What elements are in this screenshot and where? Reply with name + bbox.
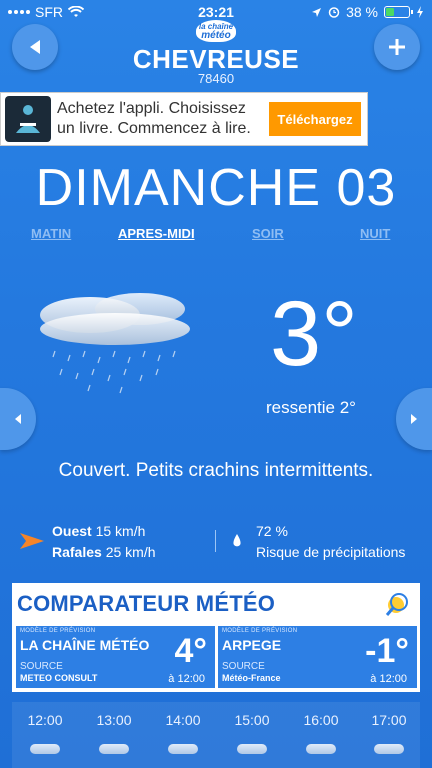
model-name: ARPEGE <box>222 637 282 653</box>
model-source: METEO CONSULT <box>20 673 98 683</box>
previous-period-button[interactable] <box>0 388 36 450</box>
alarm-icon <box>328 7 340 18</box>
tab-soir[interactable]: SOIR <box>252 226 284 241</box>
wind-direction: Ouest <box>52 523 92 539</box>
cloud-icon <box>237 744 267 754</box>
gusts-speed: 25 km/h <box>105 544 156 560</box>
tab-nuit[interactable]: NUIT <box>360 226 390 241</box>
model-name: LA CHAÎNE MÉTÉO <box>20 637 150 653</box>
battery-icon <box>384 6 413 18</box>
sun-search-icon <box>385 593 408 616</box>
chevron-right-icon <box>411 414 417 424</box>
next-period-button[interactable] <box>396 388 432 450</box>
ad-text: Achetez l'appli. Choisissez un livre. Co… <box>57 100 251 137</box>
raindrop-icon <box>233 534 241 547</box>
wind-info: Ouest 15 km/h Rafales 25 km/h <box>52 521 156 563</box>
hour-label: 12:00 <box>27 712 63 728</box>
cloud-icon <box>168 744 198 754</box>
source-label: SOURCE <box>20 661 63 672</box>
cloud-icon <box>30 744 60 754</box>
model-time: à 12:00 <box>370 673 407 685</box>
ad-banner[interactable]: Achetez l'appli. Choisissez un livre. Co… <box>0 92 368 146</box>
model-temperature: 4° <box>174 632 207 670</box>
reader-icon <box>5 96 51 142</box>
charging-icon <box>417 6 423 18</box>
drizzle-cloud-icon <box>40 293 190 394</box>
tab-matin[interactable]: MATIN <box>31 226 71 241</box>
rain-info: 72 % Risque de précipitations <box>256 521 405 563</box>
wind-direction-icon <box>20 533 44 549</box>
day-title: DIMANCHE 03 <box>35 159 397 217</box>
cloud-icon <box>99 744 129 754</box>
model-card-chaine-meteo[interactable]: MODÈLE DE PRÉVISION LA CHAÎNE MÉTÉO 4° S… <box>16 626 215 688</box>
hour-label: 14:00 <box>165 712 201 728</box>
period-tabs: MATIN APRES-MIDI SOIR NUIT <box>0 226 432 244</box>
location-icon <box>312 7 322 17</box>
model-caption: MODÈLE DE PRÉVISION <box>20 628 96 634</box>
brand-logo: la chaîne météo <box>196 20 236 42</box>
model-time: à 12:00 <box>168 673 205 685</box>
wind-speed: 15 km/h <box>95 523 146 539</box>
status-right: 38 % <box>311 4 424 20</box>
model-card-arpege[interactable]: MODÈLE DE PRÉVISION ARPEGE -1° SOURCE Mé… <box>218 626 417 688</box>
hour-label: 16:00 <box>303 712 339 728</box>
hourly-forecast[interactable]: 12:00 13:00 14:00 15:00 16:00 17:00 <box>12 702 420 768</box>
add-city-button[interactable] <box>374 24 420 70</box>
model-source: Météo-France <box>222 673 281 683</box>
weather-description: Couvert. Petits crachins intermittents. <box>58 460 374 481</box>
tab-apres-midi[interactable]: APRES-MIDI <box>118 226 195 241</box>
rain-probability: 72 % <box>256 523 288 539</box>
model-temperature: -1° <box>365 632 409 670</box>
felt-temperature: ressentie 2° <box>266 398 356 417</box>
hour-label: 15:00 <box>234 712 270 728</box>
gusts-label: Rafales <box>52 544 102 560</box>
model-caption: MODÈLE DE PRÉVISION <box>222 628 298 634</box>
postal-code: 78460 <box>197 71 235 86</box>
hour-label: 13:00 <box>96 712 132 728</box>
source-label: SOURCE <box>222 661 265 672</box>
cloud-icon <box>374 744 404 754</box>
comparator-card[interactable]: COMPARATEUR MÉTÉO MODÈLE DE PRÉVISION LA… <box>12 583 420 692</box>
divider <box>215 530 216 552</box>
download-button[interactable]: Téléchargez <box>269 102 361 136</box>
cloud-icon <box>306 744 336 754</box>
chevron-left-icon <box>15 414 21 424</box>
battery-percent: 38 % <box>346 4 378 20</box>
comparator-title: COMPARATEUR MÉTÉO <box>17 591 276 616</box>
rain-label: Risque de précipitations <box>256 544 406 560</box>
plus-icon <box>389 39 405 55</box>
current-temperature: 3° <box>270 283 358 385</box>
hour-label: 17:00 <box>371 712 407 728</box>
